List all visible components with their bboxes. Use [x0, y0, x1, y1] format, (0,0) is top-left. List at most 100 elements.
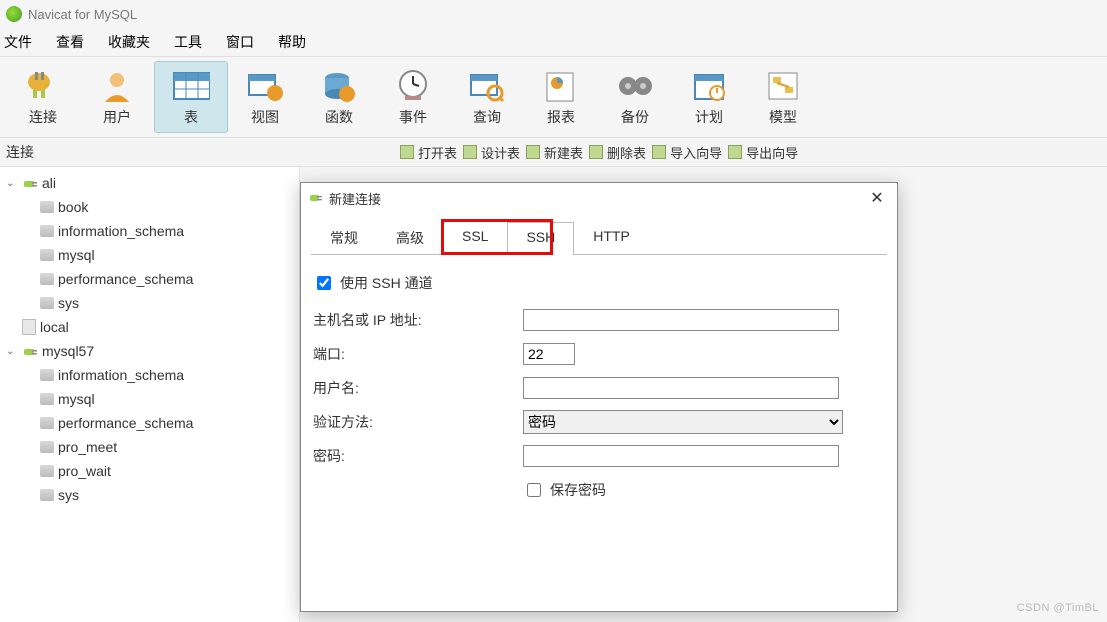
- conn-node-ali[interactable]: ⌄ ali: [0, 171, 299, 195]
- btn-export-wizard[interactable]: 导出向导: [728, 143, 798, 162]
- table-icon: [172, 67, 210, 105]
- tool-view[interactable]: 视图: [228, 61, 302, 133]
- tool-user[interactable]: 用户: [80, 61, 154, 133]
- app-title: Navicat for MySQL: [28, 7, 137, 22]
- use-ssh-checkbox[interactable]: [317, 276, 331, 290]
- conn-label: ali: [42, 175, 56, 191]
- panel-label-connection: 连接: [0, 142, 300, 162]
- view-icon: [246, 67, 284, 105]
- pass-input[interactable]: [523, 445, 839, 467]
- pass-label: 密码:: [313, 446, 523, 466]
- tool-label: 模型: [769, 107, 797, 127]
- tool-label: 计划: [695, 107, 723, 127]
- tool-table[interactable]: 表: [154, 61, 228, 133]
- tool-label: 报表: [547, 107, 575, 127]
- menu-help[interactable]: 帮助: [278, 32, 306, 52]
- btn-design-table[interactable]: 设计表: [463, 143, 520, 162]
- table-small-icon: [728, 145, 742, 159]
- sub-toolbar: 连接 打开表 设计表 新建表 删除表 导入向导 导出向导: [0, 137, 1107, 167]
- auth-select[interactable]: 密码: [523, 410, 843, 434]
- tool-connection[interactable]: 连接: [6, 61, 80, 133]
- tool-report[interactable]: 报表: [524, 61, 598, 133]
- menu-fav[interactable]: 收藏夹: [108, 32, 150, 52]
- db-node[interactable]: performance_schema: [0, 411, 299, 435]
- db-node[interactable]: information_schema: [0, 363, 299, 387]
- db-node[interactable]: information_schema: [0, 219, 299, 243]
- db-node[interactable]: mysql: [0, 387, 299, 411]
- main-toolbar: 连接 用户 表 视图 函数 事件 查询 报表 备份 计划 模型: [0, 57, 1107, 137]
- tool-label: 查询: [473, 107, 501, 127]
- table-small-icon: [526, 145, 540, 159]
- host-label: 主机名或 IP 地址:: [313, 310, 523, 330]
- db-node[interactable]: book: [0, 195, 299, 219]
- titlebar: Navicat for MySQL: [0, 0, 1107, 28]
- tool-query[interactable]: 查询: [450, 61, 524, 133]
- app-logo-icon: [6, 6, 22, 22]
- database-icon: [40, 489, 54, 501]
- db-node[interactable]: pro_meet: [0, 435, 299, 459]
- db-node[interactable]: sys: [0, 291, 299, 315]
- btn-delete-table[interactable]: 删除表: [589, 143, 646, 162]
- tool-label: 视图: [251, 107, 279, 127]
- database-icon: [40, 369, 54, 381]
- db-node[interactable]: mysql: [0, 243, 299, 267]
- tool-model[interactable]: 模型: [746, 61, 820, 133]
- plug-green-icon: [22, 343, 38, 359]
- dialog-tabs: 常规 高级 SSL SSH HTTP: [301, 213, 897, 254]
- tool-schedule[interactable]: 计划: [672, 61, 746, 133]
- tab-advanced[interactable]: 高级: [377, 221, 443, 254]
- btn-open-table[interactable]: 打开表: [400, 143, 457, 162]
- collapse-icon[interactable]: ⌄: [6, 346, 18, 357]
- table-small-icon: [652, 145, 666, 159]
- dialog-titlebar: 新建连接 ✕: [301, 183, 897, 213]
- menu-file[interactable]: 文件: [4, 32, 32, 52]
- report-icon: [542, 67, 580, 105]
- host-input[interactable]: [523, 309, 839, 331]
- btn-import-wizard[interactable]: 导入向导: [652, 143, 722, 162]
- connection-tree: ⌄ ali book information_schema mysql perf…: [0, 167, 300, 622]
- tool-label: 函数: [325, 107, 353, 127]
- menu-view[interactable]: 查看: [56, 32, 84, 52]
- database-icon: [40, 225, 54, 237]
- database-icon: [40, 297, 54, 309]
- database-icon: [40, 465, 54, 477]
- backup-icon: [616, 67, 654, 105]
- tab-http[interactable]: HTTP: [574, 221, 649, 254]
- ssh-form: 使用 SSH 通道 主机名或 IP 地址: 端口: 用户名: 验证方法: 密码 …: [301, 255, 897, 525]
- tool-function[interactable]: 函数: [302, 61, 376, 133]
- query-icon: [468, 67, 506, 105]
- table-small-icon: [400, 145, 414, 159]
- model-icon: [764, 67, 802, 105]
- database-icon: [40, 249, 54, 261]
- highlight-box: [441, 219, 553, 255]
- plug-icon: [24, 67, 62, 105]
- function-icon: [320, 67, 358, 105]
- collapse-icon[interactable]: ⌄: [6, 178, 18, 189]
- port-input[interactable]: [523, 343, 575, 365]
- port-label: 端口:: [313, 344, 523, 364]
- btn-new-table[interactable]: 新建表: [526, 143, 583, 162]
- tool-label: 连接: [29, 107, 57, 127]
- tool-event[interactable]: 事件: [376, 61, 450, 133]
- database-icon: [40, 417, 54, 429]
- save-pass-checkbox[interactable]: [527, 483, 541, 497]
- schedule-icon: [690, 67, 728, 105]
- db-node[interactable]: pro_wait: [0, 459, 299, 483]
- menubar: 文件 查看 收藏夹 工具 窗口 帮助: [0, 28, 1107, 56]
- db-node[interactable]: sys: [0, 483, 299, 507]
- user-input[interactable]: [523, 377, 839, 399]
- menu-window[interactable]: 窗口: [226, 32, 254, 52]
- database-icon: [40, 201, 54, 213]
- user-icon: [98, 67, 136, 105]
- tab-general[interactable]: 常规: [311, 221, 377, 254]
- menu-tools[interactable]: 工具: [174, 32, 202, 52]
- tool-label: 用户: [103, 107, 131, 127]
- conn-node-mysql57[interactable]: ⌄ mysql57: [0, 339, 299, 363]
- conn-node-local[interactable]: local: [0, 315, 299, 339]
- database-icon: [40, 441, 54, 453]
- dialog-title: 新建连接: [329, 189, 381, 208]
- tool-backup[interactable]: 备份: [598, 61, 672, 133]
- db-node[interactable]: performance_schema: [0, 267, 299, 291]
- close-button[interactable]: ✕: [865, 186, 889, 210]
- plug-green-icon: [22, 175, 38, 191]
